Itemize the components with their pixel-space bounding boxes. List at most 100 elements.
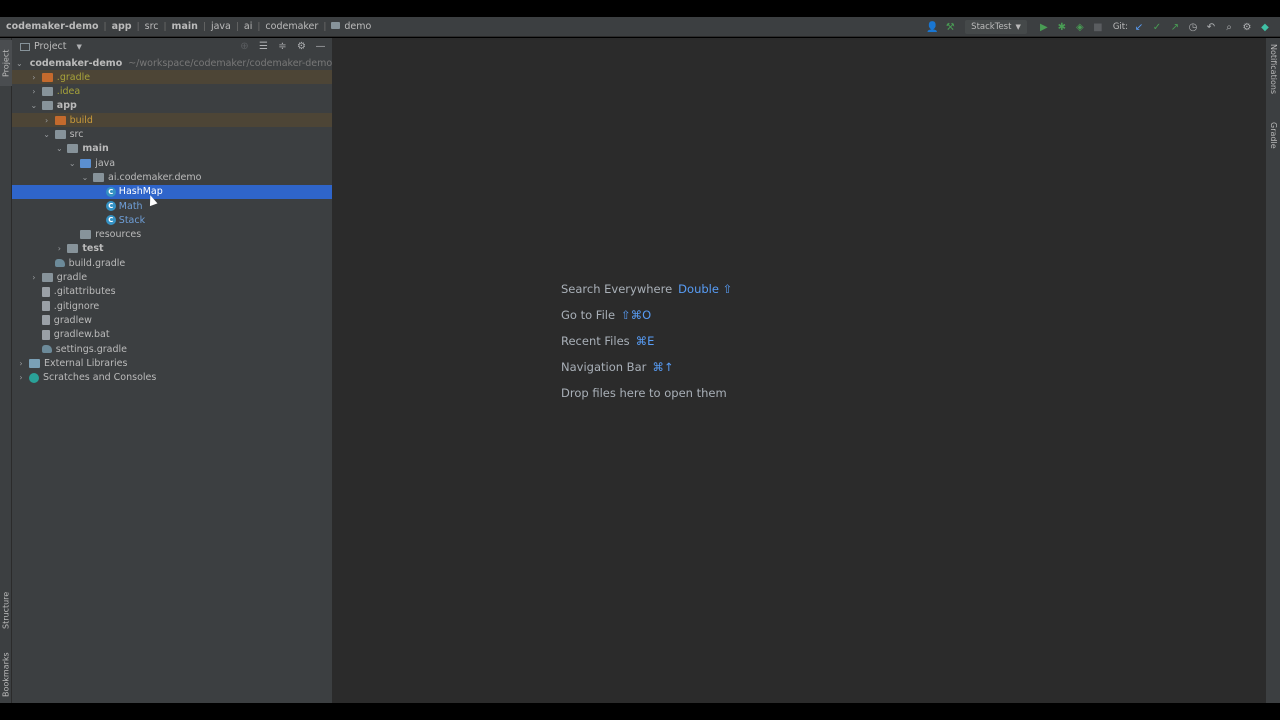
chevron-right-icon[interactable]: › xyxy=(16,373,26,383)
navigation-bar: codemaker-demo | app | src | main | java | ai | code… xyxy=(0,17,1280,37)
breadcrumb-item[interactable]: app xyxy=(112,21,132,32)
tab-notifications[interactable]: Notifications xyxy=(1267,44,1280,106)
project-view-selector[interactable]: Project xyxy=(34,41,67,52)
tree-node[interactable]: ⌄ main xyxy=(12,142,332,156)
chevron-down-icon[interactable]: ▼ xyxy=(77,43,82,51)
excluded-folder-icon xyxy=(41,72,53,82)
tree-node-label: resources xyxy=(95,229,142,241)
stop-icon[interactable]: ■ xyxy=(1089,18,1107,36)
tree-node[interactable]: .gitattributes xyxy=(12,285,332,299)
tree-node[interactable]: › External Libraries xyxy=(12,356,332,370)
settings-gear-icon[interactable]: ⚙ xyxy=(1238,18,1256,36)
hint-label: Recent Files xyxy=(561,334,630,348)
git-push-icon[interactable]: ↗ xyxy=(1166,18,1184,36)
chevron-right-icon[interactable]: › xyxy=(54,244,64,254)
tab-bookmarks[interactable]: Bookmarks xyxy=(0,648,12,702)
gear-icon[interactable]: ⚙ xyxy=(294,39,309,54)
tree-node[interactable]: › gradle xyxy=(12,271,332,285)
tree-node-label: .gitattributes xyxy=(53,286,116,298)
breadcrumb-separator: | xyxy=(235,21,239,32)
tree-node[interactable]: .gitignore xyxy=(12,299,332,313)
debug-icon[interactable]: ✱ xyxy=(1053,18,1071,36)
git-commit-icon[interactable]: ✓ xyxy=(1148,18,1166,36)
chevron-down-icon[interactable]: ⌄ xyxy=(80,172,90,182)
folder-icon xyxy=(80,230,92,240)
folder-icon xyxy=(41,273,53,282)
right-tool-strip: Notifications Gradle xyxy=(1265,38,1280,703)
hint-label: Drop files here to open them xyxy=(561,386,727,400)
tree-node-label: build.gradle xyxy=(68,257,126,269)
tree-node[interactable]: › build xyxy=(12,113,332,128)
chevron-right-icon[interactable]: › xyxy=(16,358,26,368)
chevron-right-icon[interactable]: › xyxy=(29,87,39,97)
hint-shortcut: ⇧⌘O xyxy=(621,308,652,322)
tree-node[interactable]: ⌄ src xyxy=(12,128,332,142)
gradle-icon xyxy=(54,259,65,268)
tree-node-label: HashMap xyxy=(118,186,163,198)
breadcrumb-item[interactable]: main xyxy=(172,21,198,32)
tree-node[interactable]: settings.gradle xyxy=(12,342,332,356)
tree-node[interactable]: build.gradle xyxy=(12,256,332,270)
run-icon[interactable]: ▶ xyxy=(1035,18,1053,36)
tree-node-label: settings.gradle xyxy=(55,343,127,355)
tree-node[interactable]: › .gradle xyxy=(12,70,332,85)
chevron-right-icon[interactable]: › xyxy=(29,72,39,82)
breadcrumb-item[interactable]: java xyxy=(211,21,231,32)
tree-node[interactable]: ⌄ ai.codemaker.demo xyxy=(12,170,332,184)
breadcrumb-item[interactable]: src xyxy=(145,21,159,32)
scratch-icon xyxy=(29,372,39,383)
folder-icon xyxy=(67,244,79,254)
tab-bookmarks-label: Bookmarks xyxy=(1,652,11,698)
tree-node-label: app xyxy=(56,100,77,112)
run-config-selector[interactable]: StackTest ▼ xyxy=(965,20,1027,34)
chevron-right-icon[interactable]: › xyxy=(42,115,52,125)
breadcrumb-item[interactable]: codemaker xyxy=(265,21,318,32)
tree-node[interactable]: › Scratches and Consoles xyxy=(12,371,332,385)
breadcrumb-item[interactable]: codemaker-demo xyxy=(6,21,99,32)
hide-icon[interactable]: — xyxy=(313,39,328,54)
chevron-down-icon[interactable]: ⌄ xyxy=(16,58,23,68)
expand-all-icon[interactable]: ☰ xyxy=(256,39,271,54)
breadcrumb-separator: | xyxy=(136,21,140,32)
breadcrumb-item[interactable]: ai xyxy=(244,21,252,32)
chevron-right-icon[interactable]: › xyxy=(29,273,39,283)
chevron-down-icon[interactable]: ⌄ xyxy=(67,158,77,168)
chevron-down-icon[interactable]: ⌄ xyxy=(54,144,64,154)
folder-icon xyxy=(41,87,53,97)
tree-node[interactable]: › .idea xyxy=(12,85,332,99)
project-tool-window: Project ▼ ⊕ ☰ ≑ ⚙ — ⌄ codemaker-demo ~/wor… xyxy=(12,38,333,703)
build-hammer-icon[interactable]: ⚒ xyxy=(941,18,959,36)
tab-gradle[interactable]: Gradle xyxy=(1267,122,1280,158)
editor-area[interactable]: Search Everywhere Double ⇧ Go to File ⇧⌘O Re… xyxy=(333,38,1265,703)
tree-node[interactable]: ⌄ codemaker-demo ~/workspace/codemaker/cod… xyxy=(12,56,332,70)
tab-project[interactable]: Project xyxy=(0,40,12,86)
tree-node[interactable]: C HashMap xyxy=(12,184,332,199)
user-icon[interactable]: 👤 xyxy=(923,18,941,36)
file-icon xyxy=(41,286,50,297)
tab-structure[interactable]: Structure xyxy=(0,584,12,636)
history-icon[interactable]: ◷ xyxy=(1184,18,1202,36)
tree-node[interactable]: C Stack xyxy=(12,213,332,227)
breadcrumb-item[interactable]: demo xyxy=(331,21,371,32)
tab-notifications-label: Notifications xyxy=(1269,44,1278,95)
plugin-icon[interactable]: ◆ xyxy=(1256,18,1274,36)
breadcrumb: codemaker-demo | app | src | main | java | ai | code… xyxy=(0,21,371,32)
locate-icon[interactable]: ⊕ xyxy=(237,39,252,54)
tree-node[interactable]: resources xyxy=(12,228,332,242)
chevron-down-icon[interactable]: ⌄ xyxy=(29,101,39,111)
tree-node[interactable]: gradlew xyxy=(12,313,332,327)
tree-node[interactable]: C Math xyxy=(12,199,332,213)
coverage-icon[interactable]: ◈ xyxy=(1071,18,1089,36)
git-update-icon[interactable]: ↙ xyxy=(1130,18,1148,36)
tree-node-label: main xyxy=(82,143,109,155)
search-icon[interactable]: ⌕ xyxy=(1220,18,1238,36)
tree-node[interactable]: ⌄ java xyxy=(12,156,332,170)
tree-node[interactable]: ⌄ app xyxy=(12,99,332,113)
library-icon xyxy=(29,358,40,368)
chevron-down-icon[interactable]: ⌄ xyxy=(42,130,52,140)
tree-node[interactable]: gradlew.bat xyxy=(12,328,332,342)
tree-node-label: gradlew xyxy=(53,314,92,326)
rollback-icon[interactable]: ↶ xyxy=(1202,18,1220,36)
collapse-all-icon[interactable]: ≑ xyxy=(275,39,290,54)
tree-node[interactable]: › test xyxy=(12,242,332,256)
